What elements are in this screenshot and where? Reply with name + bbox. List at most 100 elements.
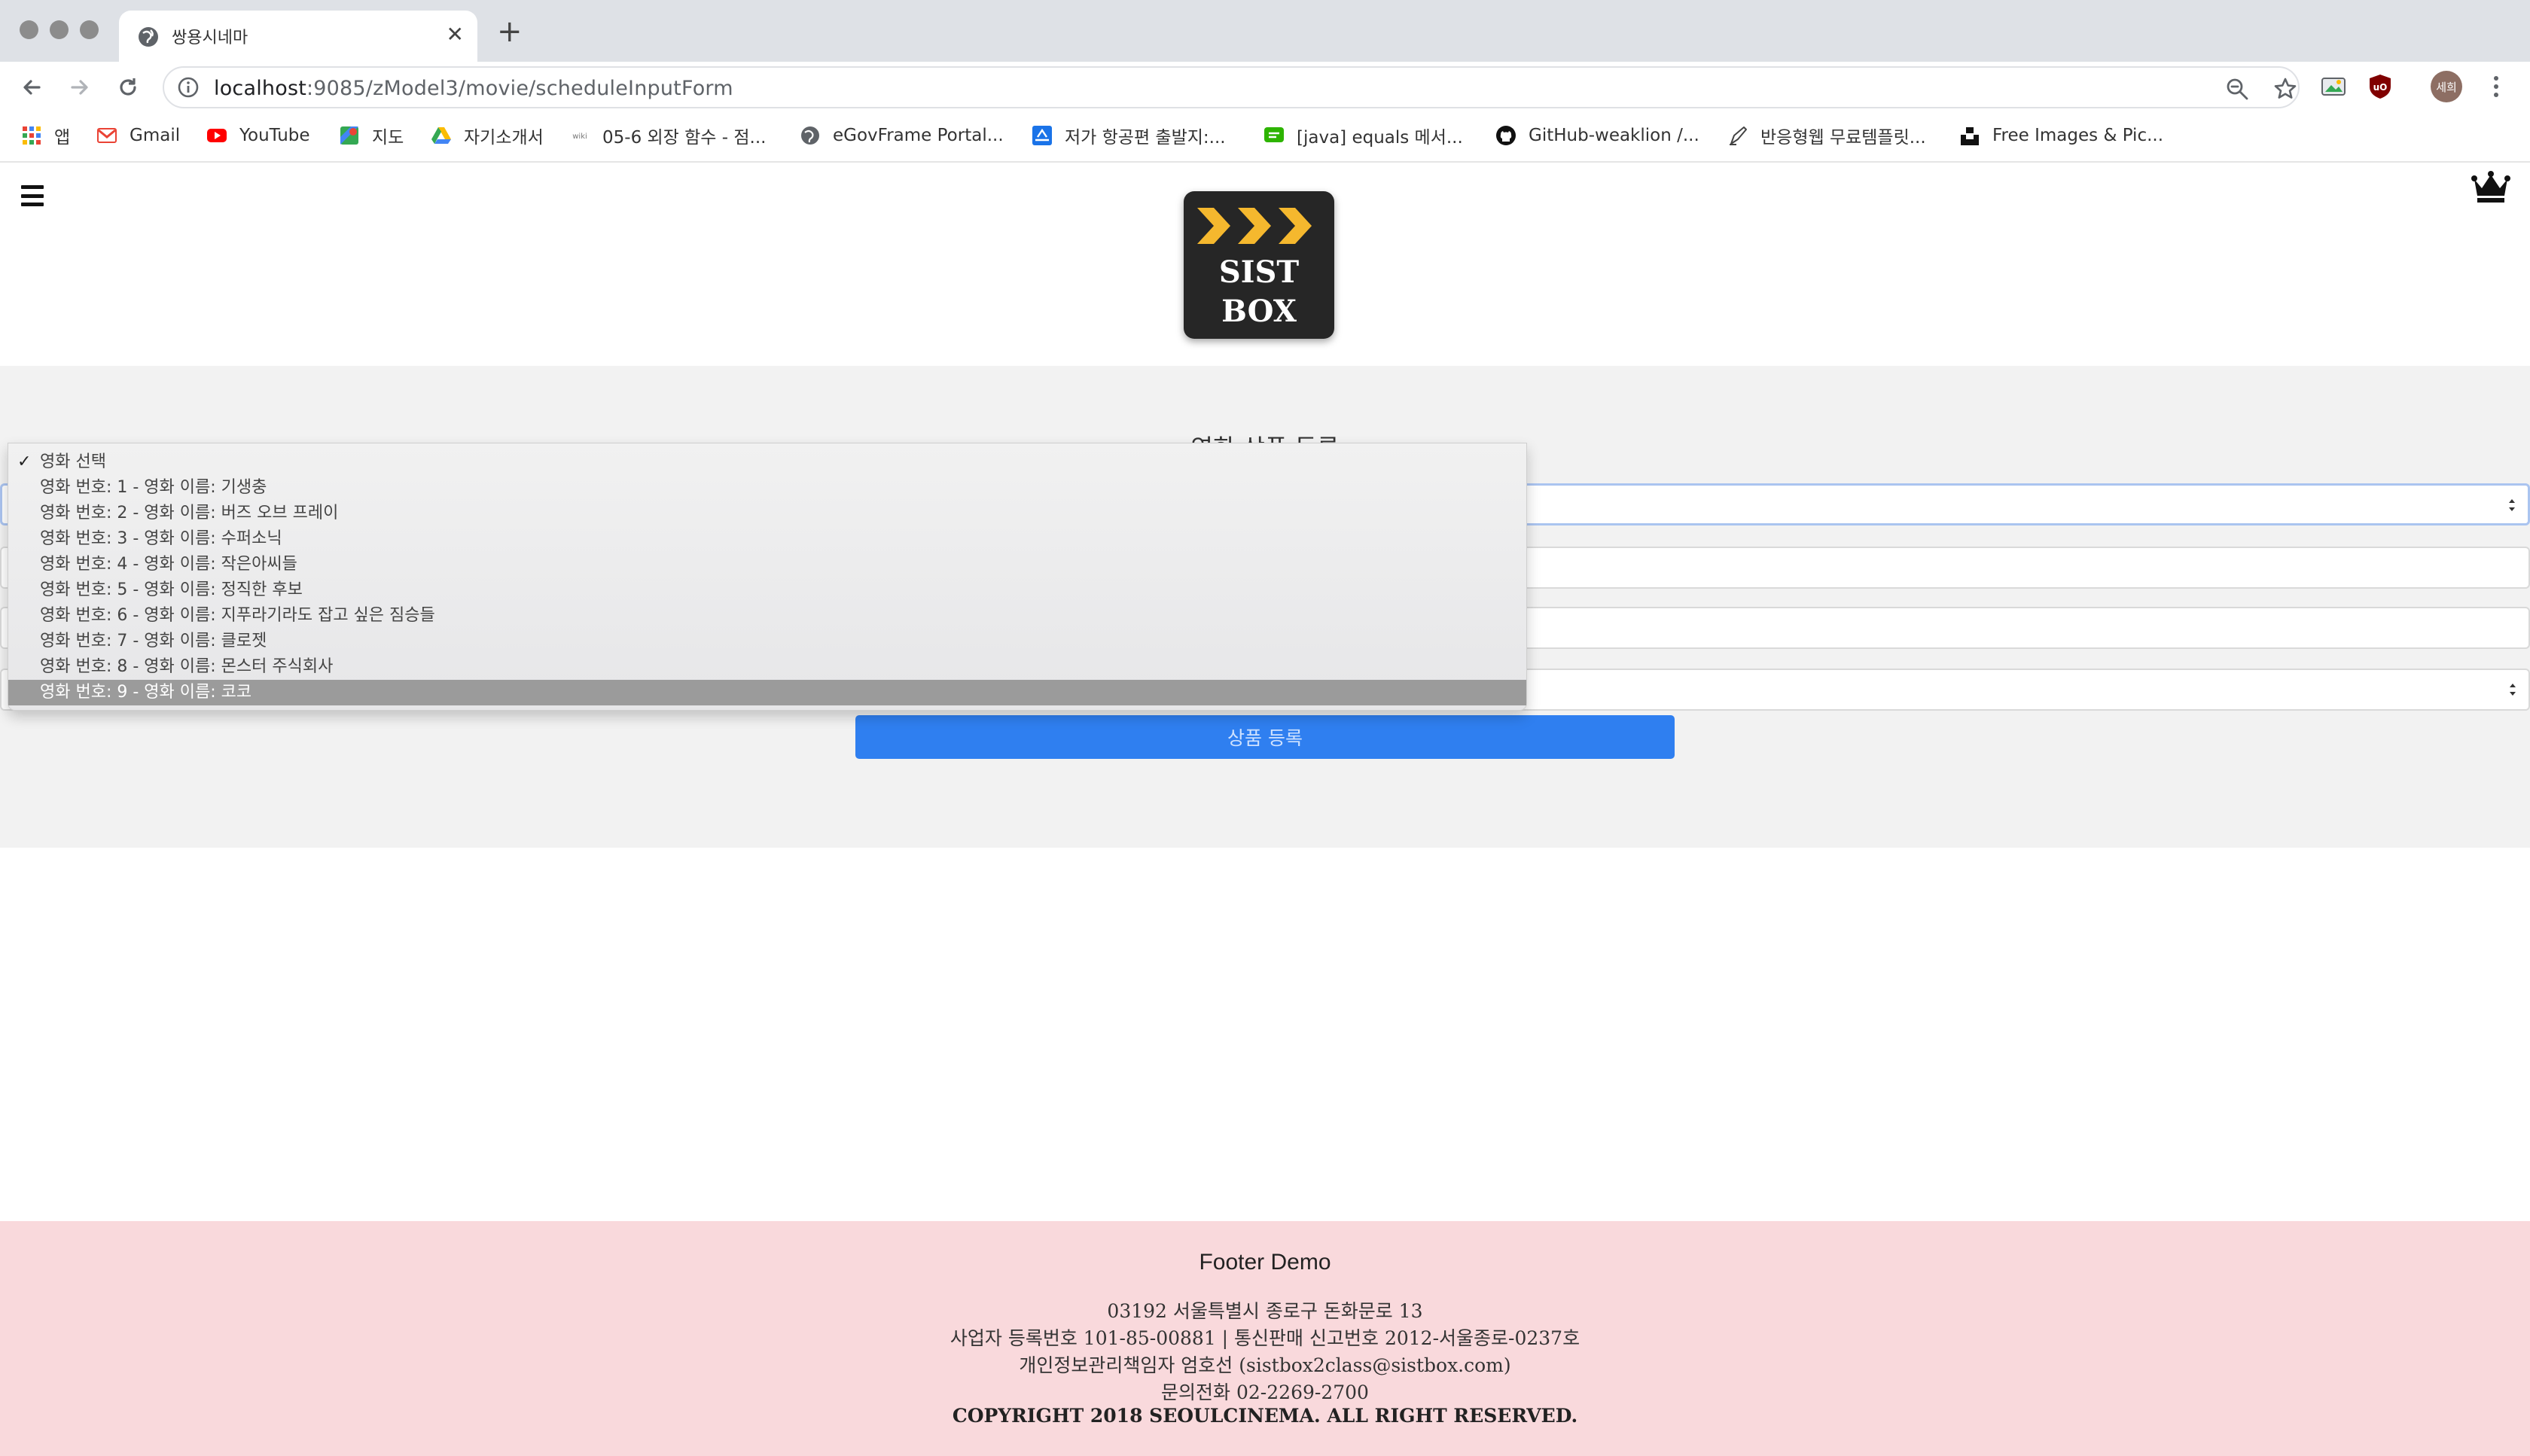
dropdown-option-label: 영화 번호: 3 - 영화 이름: 수퍼소닉 (40, 529, 282, 548)
footer-business-info: 사업자 등록번호 101-85-00881 | 통신판매 신고번호 2012-서… (950, 1327, 1580, 1349)
browser-tab[interactable]: 쌍용시네마 ✕ (119, 11, 477, 62)
tab-title: 쌍용시네마 (172, 29, 248, 47)
logo-text-line2: BOX (1221, 294, 1297, 329)
bookmark-label: 반응형웹 무료템플릿... (1760, 128, 1926, 148)
reload-icon (120, 78, 136, 96)
hamburger-icon[interactable] (21, 185, 44, 206)
bookmark-label: 지도 (372, 128, 404, 148)
bookmark-maps[interactable]: 지도 (339, 122, 404, 149)
arrow-left-icon (23, 80, 41, 95)
unsplash-icon (1961, 127, 1979, 145)
select-arrows-icon (2509, 499, 2515, 511)
window-close-button[interactable] (20, 20, 38, 39)
logo-text-line1: SIST (1218, 254, 1300, 290)
checkmark-icon: ✓ (17, 452, 32, 471)
footer-phone: 문의전화 02-2269-2700 (1161, 1381, 1369, 1403)
star-icon[interactable] (2272, 76, 2298, 102)
dropdown-option-label: 영화 선택 (40, 452, 106, 471)
dropdown-option[interactable]: 영화 번호: 1 - 영화 이름: 기생충 (8, 475, 1526, 501)
dropdown-option-label: 영화 번호: 4 - 영화 이름: 작은아씨들 (40, 555, 297, 574)
page-footer: Footer Demo 03192 서울특별시 종로구 돈화문로 13 사업자 … (0, 1221, 2530, 1456)
bookmark-label: 자기소개서 (464, 128, 544, 148)
svg-text:uO: uO (2373, 82, 2388, 93)
browser-toolbar: localhost:9085/zModel3/movie/scheduleInp… (0, 62, 2530, 111)
bookmark-label: Free Images & Pic... (1992, 126, 2164, 145)
close-tab-icon[interactable]: ✕ (447, 23, 464, 47)
bookmark-label: Gmail (130, 126, 181, 145)
bookmark-label: 저가 항공편 출발지:... (1065, 128, 1226, 148)
register-product-button[interactable]: 상품 등록 (855, 715, 1675, 759)
url-host: localhost (214, 77, 306, 100)
bookmark-responsive-template[interactable]: 반응형웹 무료템플릿... (1727, 122, 1926, 149)
footer-copyright: COPYRIGHT 2018 SEOULCINEMA. ALL RIGHT RE… (952, 1405, 1578, 1427)
window-minimize-button[interactable] (50, 20, 69, 39)
footer-privacy-officer: 개인정보관리책임자 엄호선 (sistbox2class@sistbox.com… (1019, 1354, 1511, 1376)
screenshot-extension-icon[interactable] (2319, 72, 2348, 101)
bookmark-unsplash[interactable]: Free Images & Pic... (1959, 122, 2163, 149)
dropdown-option[interactable]: 영화 번호: 2 - 영화 이름: 버즈 오브 프레이 (8, 501, 1526, 526)
bookmark-github[interactable]: GitHub-weaklion /... (1495, 122, 1699, 149)
bookmark-apps[interactable]: 앱 (21, 122, 70, 149)
bookmark-label: eGovFrame Portal... (833, 126, 1004, 145)
dropdown-option-highlighted[interactable]: 영화 번호: 9 - 영화 이름: 코코 (8, 680, 1526, 705)
ublock-icon[interactable]: uO (2366, 72, 2394, 101)
globe-icon (139, 27, 158, 47)
dropdown-option[interactable]: 영화 번호: 4 - 영화 이름: 작은아씨들 (8, 552, 1526, 577)
bookmark-label: 앱 (54, 128, 71, 148)
github-icon (1496, 126, 1516, 145)
dropdown-option-label: 영화 번호: 5 - 영화 이름: 정직한 후보 (40, 580, 303, 599)
profile-avatar[interactable]: 세희 (2431, 71, 2462, 102)
url-text: localhost:9085/zModel3/movie/scheduleInp… (214, 77, 733, 100)
youtube-icon (207, 129, 227, 142)
address-bar[interactable]: localhost:9085/zModel3/movie/scheduleInp… (163, 66, 2300, 108)
footer-address: 03192 서울특별시 종로구 돈화문로 13 (1107, 1300, 1423, 1322)
bookmark-label: [java] equals 메서... (1297, 128, 1463, 148)
globe-icon (801, 126, 819, 145)
dropdown-option-label: 영화 번호: 2 - 영화 이름: 버즈 오브 프레이 (40, 504, 339, 522)
dropdown-option[interactable]: 영화 번호: 3 - 영화 이름: 수퍼소닉 (8, 526, 1526, 552)
crown-icon[interactable] (2471, 170, 2510, 205)
apps-grid-icon (23, 126, 41, 145)
wikidocs-icon: wiki (572, 133, 587, 141)
chevron-logo-icon (1197, 208, 1312, 244)
bookmark-gmail[interactable]: Gmail (96, 122, 180, 149)
gmail-icon (97, 128, 117, 143)
dropdown-option-label: 영화 번호: 8 - 영화 이름: 몬스터 주식회사 (40, 657, 334, 676)
info-icon[interactable] (176, 75, 200, 99)
movie-select-dropdown[interactable]: ✓ 영화 선택 영화 번호: 1 - 영화 이름: 기생충 영화 번호: 2 - … (8, 443, 1527, 711)
dropdown-option[interactable]: 영화 번호: 7 - 영화 이름: 클로젯 (8, 629, 1526, 654)
arrow-right-icon (71, 80, 88, 95)
chat-icon (1264, 127, 1284, 142)
forward-button[interactable] (65, 72, 95, 102)
bookmark-java-equals[interactable]: [java] equals 메서... (1263, 122, 1463, 149)
back-button[interactable] (17, 72, 47, 102)
drive-icon (431, 127, 451, 144)
browser-menu-icon[interactable] (2485, 71, 2507, 102)
window-maximize-button[interactable] (80, 20, 99, 39)
dropdown-option[interactable]: ✓ 영화 선택 (8, 449, 1526, 475)
reload-button[interactable] (113, 72, 143, 102)
sistbox-logo[interactable]: SIST BOX (1184, 191, 1334, 339)
bookmark-label: YouTube (239, 126, 310, 145)
bookmark-label: 05-6 외장 함수 - 점... (602, 128, 767, 148)
bookmark-flights[interactable]: 저가 항공편 출발지:... (1032, 122, 1226, 149)
bookmark-wikidocs[interactable]: wiki 05-6 외장 함수 - 점... (569, 122, 766, 149)
svg-text:wiki: wiki (572, 133, 587, 141)
maps-icon (340, 126, 358, 145)
dropdown-option-label: 영화 번호: 6 - 영화 이름: 지푸라기라도 잡고 싶은 짐승들 (40, 606, 435, 625)
dropdown-option-label: 영화 번호: 7 - 영화 이름: 클로젯 (40, 632, 267, 650)
dropdown-option[interactable]: 영화 번호: 5 - 영화 이름: 정직한 후보 (8, 577, 1526, 603)
browser-tab-strip: 쌍용시네마 ✕ + (0, 0, 2530, 62)
bookmark-egovframe[interactable]: eGovFrame Portal... (800, 122, 1004, 149)
dropdown-option[interactable]: 영화 번호: 6 - 영화 이름: 지푸라기라도 잡고 싶은 짐승들 (8, 603, 1526, 629)
bookmark-drive[interactable]: 자기소개서 (431, 122, 544, 149)
flight-icon (1032, 126, 1052, 145)
footer-title: Footer Demo (1199, 1250, 1331, 1275)
dropdown-option-label: 영화 번호: 1 - 영화 이름: 기생충 (40, 478, 267, 497)
dropdown-option[interactable]: 영화 번호: 8 - 영화 이름: 몬스터 주식회사 (8, 654, 1526, 680)
new-tab-button[interactable]: + (497, 17, 523, 47)
page-content: SIST BOX 영화 상품 등록 상품 등록 ✓영화 선택 영화 번호: 1 … (0, 163, 2530, 1456)
bookmark-youtube[interactable]: YouTube (206, 122, 310, 149)
url-path: :9085/zModel3/movie/scheduleInputForm (306, 77, 733, 100)
zoom-icon[interactable] (2224, 76, 2250, 102)
